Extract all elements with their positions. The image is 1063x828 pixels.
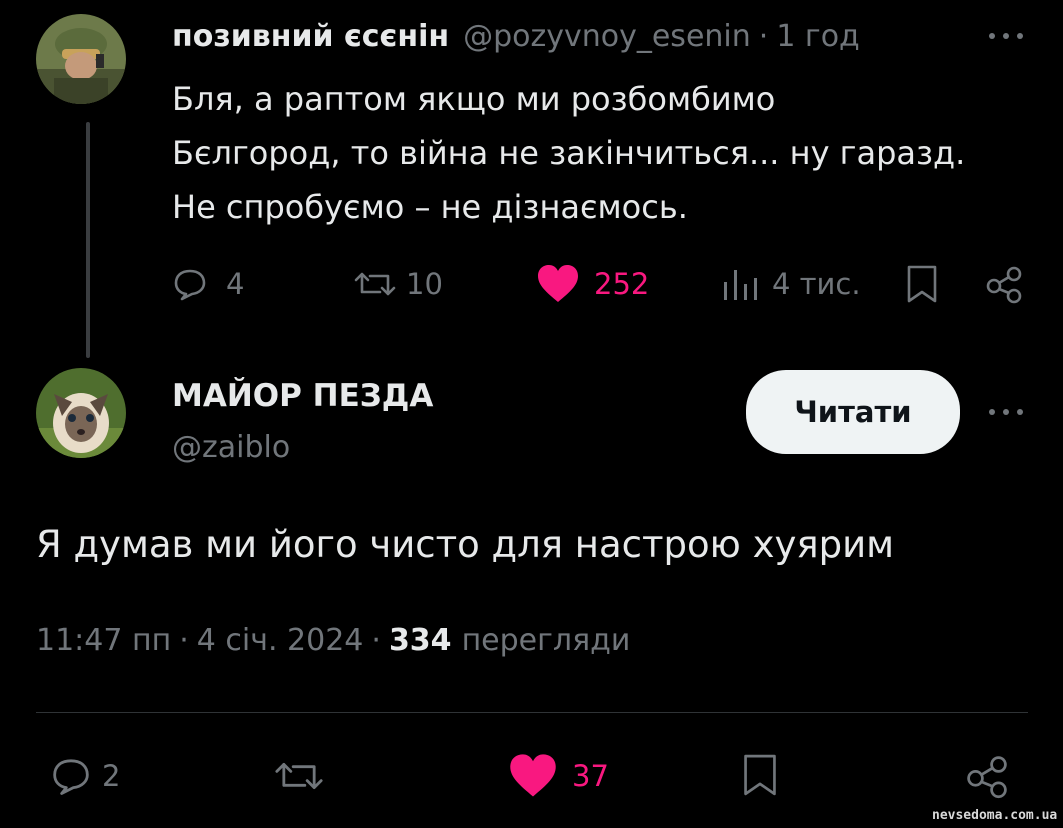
parent-separator: · bbox=[758, 18, 769, 54]
reply-tweet-text: Я думав ми його чисто для настрою хуярим bbox=[36, 523, 895, 566]
parent-tweet-header: позивний єсєнін @pozyvnoy_esenin · 1 год bbox=[172, 14, 860, 58]
comment-bubble-icon bbox=[53, 759, 89, 795]
reply-like-button[interactable]: 37 bbox=[508, 752, 609, 800]
parent-like-button[interactable]: 252 bbox=[536, 262, 649, 306]
reply-time[interactable]: 11:47 пп bbox=[36, 618, 171, 664]
heart-filled-icon bbox=[510, 754, 556, 797]
thread-connector-line bbox=[86, 122, 90, 358]
reply-more-button[interactable] bbox=[984, 398, 1028, 426]
reply-share-button[interactable] bbox=[964, 752, 1010, 800]
reply-avatar[interactable] bbox=[36, 368, 126, 458]
share-icon bbox=[986, 266, 1022, 304]
parent-more-button[interactable] bbox=[984, 22, 1028, 50]
parent-display-name[interactable]: позивний єсєнін bbox=[172, 19, 449, 54]
heart-filled-icon bbox=[538, 265, 578, 302]
reply-retweet-button[interactable] bbox=[272, 752, 326, 800]
parent-text-line-3: Не спробуємо – не дізнаємось. bbox=[172, 188, 688, 226]
follow-button[interactable]: Читати bbox=[746, 370, 960, 454]
bar-chart-icon bbox=[724, 270, 757, 300]
comment-bubble-icon bbox=[174, 269, 206, 301]
reply-views-count: 334 bbox=[388, 623, 452, 658]
reply-display-name[interactable]: МАЙОР ПЕЗДА bbox=[172, 376, 433, 416]
parent-bookmark-button[interactable] bbox=[904, 262, 940, 306]
reply-bookmark-button[interactable] bbox=[740, 750, 780, 800]
meta-separator-1: · bbox=[179, 623, 189, 658]
parent-like-count: 252 bbox=[594, 267, 650, 301]
parent-text-line-2: Бєлгород, то війна не закінчиться... ну … bbox=[172, 134, 966, 172]
retweet-icon bbox=[275, 762, 323, 790]
reply-reply-button[interactable]: 2 bbox=[50, 752, 120, 800]
more-dots-icon bbox=[989, 33, 1023, 39]
more-dots-icon bbox=[989, 409, 1023, 415]
parent-text-line-1: Бля, а раптом якщо ми розбомбимо bbox=[172, 80, 776, 118]
parent-handle[interactable]: @pozyvnoy_esenin bbox=[463, 19, 751, 54]
bookmark-icon bbox=[907, 265, 937, 303]
parent-retweet-count: 10 bbox=[406, 267, 443, 301]
share-icon bbox=[967, 756, 1007, 799]
parent-avatar[interactable] bbox=[36, 14, 126, 104]
parent-time[interactable]: 1 год bbox=[776, 19, 859, 54]
parent-views-button[interactable]: 4 тис. bbox=[720, 262, 861, 306]
parent-share-button[interactable] bbox=[984, 262, 1024, 306]
divider bbox=[36, 712, 1028, 713]
retweet-icon bbox=[354, 272, 396, 296]
meta-separator-2: · bbox=[371, 623, 381, 658]
watermark: nevsedoma.com.ua bbox=[932, 808, 1058, 823]
bookmark-icon bbox=[744, 754, 776, 796]
parent-reply-button[interactable]: 4 bbox=[172, 262, 244, 306]
reply-views-label: перегляди bbox=[461, 623, 631, 658]
parent-views-count: 4 тис. bbox=[772, 267, 861, 301]
parent-retweet-button[interactable]: 10 bbox=[352, 262, 443, 306]
reply-reply-count: 2 bbox=[102, 759, 121, 793]
parent-reply-count: 4 bbox=[226, 267, 245, 301]
reply-like-count: 37 bbox=[572, 759, 609, 793]
reply-handle[interactable]: @zaiblo bbox=[172, 428, 290, 468]
reply-meta: 11:47 пп · 4 січ. 2024 · 334 перегляди bbox=[36, 618, 630, 664]
parent-tweet-text: Бля, а раптом якщо ми розбомбимо Бєлгоро… bbox=[172, 72, 965, 234]
reply-date[interactable]: 4 січ. 2024 bbox=[197, 618, 364, 664]
